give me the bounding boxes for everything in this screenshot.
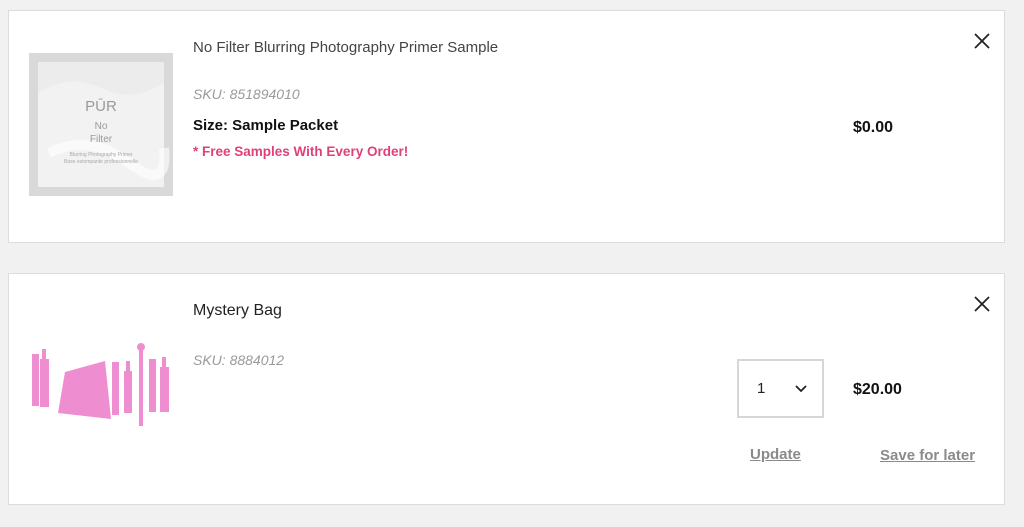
- close-icon: [974, 33, 990, 49]
- quantity-value: 1: [757, 380, 766, 397]
- save-for-later-button[interactable]: Save for later: [880, 447, 975, 464]
- cart-item-primer-sample: PŪR No Filter Blurring Photography Prime…: [8, 10, 1005, 243]
- makeup-silhouettes-graphic: [32, 343, 169, 426]
- cart-item-mystery-bag: Mystery Bag SKU: 8884012 1 $20.00 Update…: [8, 273, 1005, 505]
- item-price: $0.00: [853, 119, 894, 136]
- product-image-primer-packet[interactable]: PŪR No Filter Blurring Photography Prime…: [29, 53, 173, 196]
- promo-message: * Free Samples With Every Order!: [193, 144, 409, 159]
- packet-line1: No: [95, 121, 108, 132]
- product-size: Size: Sample Packet: [193, 117, 339, 134]
- chevron-down-icon: [795, 385, 807, 393]
- close-icon: [974, 296, 990, 312]
- product-name[interactable]: Mystery Bag: [193, 302, 282, 320]
- packet-caption2: Base estompante professionnelle: [64, 159, 138, 165]
- packet-line2: Filter: [90, 134, 113, 145]
- item-price: $20.00: [853, 381, 902, 398]
- product-name[interactable]: No Filter Blurring Photography Primer Sa…: [193, 39, 498, 56]
- quantity-select[interactable]: 1: [737, 359, 824, 418]
- remove-item-button[interactable]: [973, 295, 991, 313]
- packet-caption1: Blurring Photography Primer: [69, 152, 132, 158]
- packet-brand: PŪR: [85, 98, 117, 115]
- remove-item-button[interactable]: [973, 32, 991, 50]
- product-sku: SKU: 851894010: [193, 86, 300, 102]
- update-button[interactable]: Update: [750, 446, 801, 463]
- product-image-mystery-bag[interactable]: [29, 319, 177, 434]
- sample-packet-graphic: PŪR No Filter Blurring Photography Prime…: [29, 53, 173, 196]
- product-sku: SKU: 8884012: [193, 352, 285, 368]
